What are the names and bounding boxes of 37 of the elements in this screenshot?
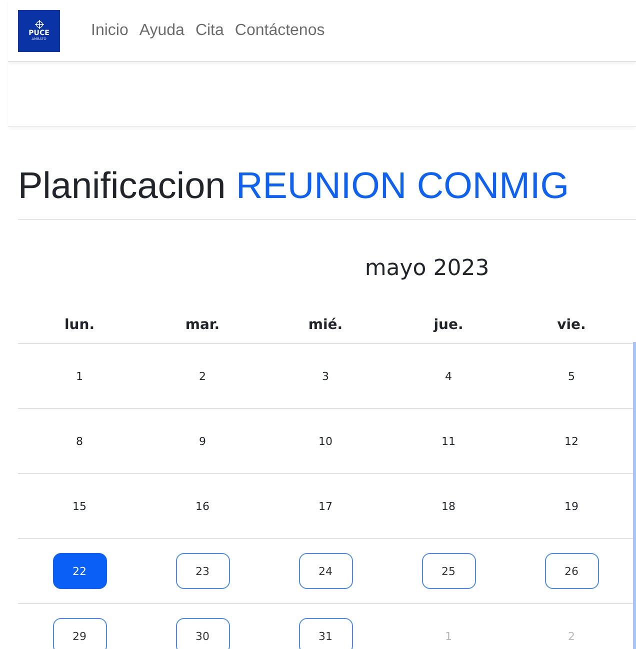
nav-link[interactable]: Cita bbox=[195, 22, 224, 40]
day-number: 18 bbox=[442, 500, 456, 512]
day-button[interactable]: 29 bbox=[52, 618, 106, 649]
nav-link[interactable]: Inicio bbox=[91, 22, 128, 40]
day-number: 12 bbox=[564, 434, 578, 448]
day-number: 2 bbox=[568, 630, 575, 642]
day-button[interactable]: 30 bbox=[176, 618, 230, 649]
nav-link[interactable]: Ayuda bbox=[139, 22, 184, 40]
day-button[interactable]: 22 bbox=[52, 553, 106, 589]
day-number: 5 bbox=[568, 370, 575, 382]
day-button[interactable]: 31 bbox=[298, 618, 352, 649]
day-number: 16 bbox=[196, 500, 210, 512]
day-number: 8 bbox=[76, 434, 83, 448]
month-title: mayo 2023 bbox=[364, 255, 490, 283]
nav-link[interactable]: Contáctenos bbox=[234, 22, 325, 40]
day-button[interactable]: 26 bbox=[544, 553, 598, 589]
day-number: 19 bbox=[564, 500, 578, 512]
day-number: 3 bbox=[322, 370, 329, 382]
day-button[interactable]: 23 bbox=[176, 553, 230, 589]
day-number: 2 bbox=[199, 370, 206, 382]
weekday-header: mar. bbox=[185, 317, 220, 333]
cross-icon bbox=[34, 20, 44, 29]
day-number: 1 bbox=[445, 630, 452, 642]
day-number: 4 bbox=[445, 370, 452, 382]
day-button[interactable]: 25 bbox=[422, 553, 476, 589]
day-button[interactable]: 24 bbox=[298, 553, 352, 589]
weekday-header: lun. bbox=[64, 317, 95, 333]
day-number: 17 bbox=[318, 500, 332, 512]
weekday-header: vie. bbox=[557, 317, 586, 333]
page-title: Planificacion REUNION CONMIG bbox=[18, 164, 570, 208]
day-number: 11 bbox=[442, 434, 456, 448]
day-number: 9 bbox=[199, 434, 206, 448]
day-number: 10 bbox=[318, 434, 332, 448]
weekday-header: jue. bbox=[434, 317, 464, 333]
day-number: 1 bbox=[76, 370, 83, 382]
day-number: 15 bbox=[72, 500, 86, 512]
weekday-header: mié. bbox=[308, 317, 343, 333]
